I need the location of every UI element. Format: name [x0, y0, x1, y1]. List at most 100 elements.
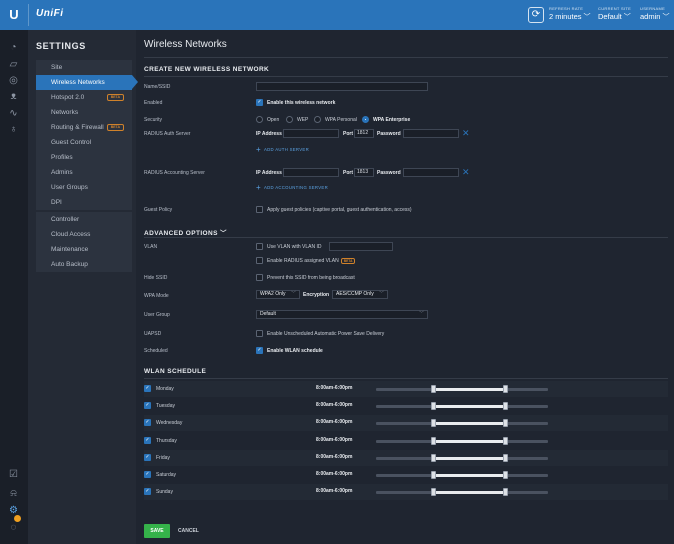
schedule-end-handle[interactable]	[502, 453, 508, 462]
dashboard-icon[interactable]: ◔	[7, 41, 20, 54]
nav-item-wireless-networks[interactable]: Wireless Networks	[36, 75, 138, 90]
schedule-start-handle[interactable]	[430, 453, 436, 462]
advanced-options-toggle[interactable]: ADVANCED OPTIONS ﹀	[144, 227, 227, 237]
schedule-end-handle[interactable]	[502, 471, 508, 479]
schedule-day-checkbox[interactable]: ✓	[144, 488, 151, 496]
acct-password-input[interactable]	[403, 168, 459, 177]
vlan-id-input[interactable]	[329, 242, 393, 251]
remove-accounting-server-icon[interactable]: ✕	[462, 168, 470, 177]
encryption-select[interactable]: AES/CCMP Only ﹀	[332, 290, 388, 299]
nav-item-networks[interactable]: Networks	[36, 105, 132, 120]
remove-auth-server-icon[interactable]: ✕	[462, 129, 470, 138]
encryption-value: AES/CCMP Only	[336, 291, 374, 297]
schedule-range-slider[interactable]	[376, 385, 548, 393]
events-icon[interactable]: ⍾	[7, 487, 20, 500]
nav-item-user-groups[interactable]: User Groups	[36, 180, 132, 195]
settings-icon[interactable]: ⚙	[7, 504, 20, 517]
refresh-rate-selector[interactable]: REFRESH RATE 2 minutes ﹀	[549, 6, 591, 22]
alerts-icon[interactable]: ☑	[7, 468, 20, 481]
schedule-day-checkbox[interactable]: ✓	[144, 385, 151, 392]
schedule-day-label: Thursday	[156, 437, 177, 444]
add-accounting-server-link[interactable]: + ADD ACCOUNTING SERVER	[256, 183, 328, 192]
security-wpa-personal-radio[interactable]	[314, 116, 321, 123]
schedule-range-slider[interactable]	[376, 488, 548, 497]
schedule-start-handle[interactable]	[430, 385, 436, 393]
schedule-day-checkbox[interactable]: ✓	[144, 419, 151, 427]
nav-label: Hotspot 2.0	[51, 94, 85, 101]
ssid-input[interactable]	[256, 82, 428, 91]
port-label: Port	[343, 170, 353, 176]
nav-item-site[interactable]: Site	[36, 60, 132, 75]
nav-item-dpi[interactable]: DPI	[36, 195, 132, 210]
user-menu[interactable]: USERNAME admin ﹀	[640, 6, 669, 22]
chevron-down-icon: ﹀	[662, 14, 670, 21]
save-button[interactable]: SAVE	[144, 524, 170, 538]
ubiquiti-logo-icon[interactable]: U	[6, 7, 22, 23]
add-auth-server-link[interactable]: + ADD AUTH SERVER	[256, 145, 309, 154]
enabled-text: Enable this wireless network	[267, 100, 336, 106]
guest-policy-checkbox[interactable]	[256, 206, 263, 213]
beta-badge: BETA	[106, 124, 124, 131]
schedule-start-handle[interactable]	[430, 488, 436, 497]
insights-icon[interactable]: ♁	[7, 123, 20, 136]
schedule-end-handle[interactable]	[502, 385, 508, 393]
schedule-day-checkbox[interactable]: ✓	[144, 471, 151, 478]
nav-item-guest-control[interactable]: Guest Control	[36, 135, 132, 150]
schedule-range-slider[interactable]	[376, 402, 548, 411]
schedule-start-handle[interactable]	[430, 471, 436, 479]
auth-ip-input[interactable]	[283, 129, 339, 138]
schedule-day-checkbox[interactable]: ✓	[144, 453, 151, 461]
refresh-icon[interactable]: ⟳	[528, 7, 544, 23]
user-group-select[interactable]: Default ﹀	[256, 310, 428, 319]
statistics-icon[interactable]: ∿	[7, 107, 20, 120]
schedule-range-slider[interactable]	[376, 453, 548, 462]
cancel-button[interactable]: CANCEL	[178, 528, 199, 534]
uapsd-checkbox[interactable]	[256, 330, 263, 337]
site-selector[interactable]: CURRENT SITE Default ﹀	[598, 6, 631, 22]
schedule-end-handle[interactable]	[502, 419, 508, 428]
radius-vlan-checkbox[interactable]	[256, 257, 263, 264]
schedule-end-handle[interactable]	[502, 402, 508, 411]
acct-port-input[interactable]: 1813	[354, 168, 374, 177]
security-wep-radio[interactable]	[286, 116, 293, 123]
nav-item-auto-backup[interactable]: Auto Backup	[36, 257, 132, 272]
nav-item-maintenance[interactable]: Maintenance	[36, 242, 132, 257]
wpa-mode-select[interactable]: WPA2 Only ﹀	[256, 290, 300, 299]
auth-port-input[interactable]: 1812	[354, 129, 374, 138]
clients-icon[interactable]: ᴥ	[7, 90, 20, 103]
security-open-radio[interactable]	[256, 116, 263, 123]
uapsd-text: Enable Unscheduled Automatic Power Save …	[267, 331, 385, 337]
scheduled-checkbox[interactable]: ✓	[256, 347, 263, 354]
vlan-checkbox[interactable]	[256, 243, 263, 250]
schedule-start-handle[interactable]	[430, 436, 436, 445]
password-label: Password	[377, 170, 401, 176]
schedule-day-checkbox[interactable]: ✓	[144, 402, 151, 410]
enabled-checkbox[interactable]: ✓	[256, 99, 263, 106]
schedule-start-handle[interactable]	[430, 402, 436, 411]
plus-icon: +	[256, 145, 261, 154]
schedule-range-slider[interactable]	[376, 471, 548, 479]
schedule-start-handle[interactable]	[430, 419, 436, 428]
nav-item-profiles[interactable]: Profiles	[36, 150, 132, 165]
nav-item-cloud-access[interactable]: Cloud Access	[36, 227, 132, 242]
auth-password-input[interactable]	[403, 129, 459, 138]
acct-ip-input[interactable]	[283, 168, 339, 177]
map-icon[interactable]: ▱	[7, 58, 20, 71]
schedule-day-checkbox[interactable]: ✓	[144, 436, 151, 444]
nav-label: DPI	[51, 199, 62, 206]
schedule-time-label: 8:00am-6:00pm	[316, 419, 353, 426]
page-title: Wireless Networks	[144, 39, 227, 50]
nav-item-hotspot[interactable]: Hotspot 2.0 BETA	[36, 90, 132, 105]
security-wpa-enterprise-radio[interactable]	[362, 116, 369, 123]
schedule-end-handle[interactable]	[502, 488, 508, 497]
hide-ssid-checkbox[interactable]	[256, 274, 263, 281]
chat-icon[interactable]: ◌	[7, 521, 20, 534]
nav-item-routing-firewall[interactable]: Routing & Firewall BETA	[36, 120, 132, 135]
schedule-end-handle[interactable]	[502, 436, 508, 445]
nav-item-admins[interactable]: Admins	[36, 165, 132, 180]
devices-icon[interactable]: ◎	[7, 74, 20, 87]
nav-item-controller[interactable]: Controller	[36, 212, 132, 227]
divider	[28, 4, 29, 26]
schedule-range-slider[interactable]	[376, 436, 548, 445]
schedule-range-slider[interactable]	[376, 419, 548, 428]
